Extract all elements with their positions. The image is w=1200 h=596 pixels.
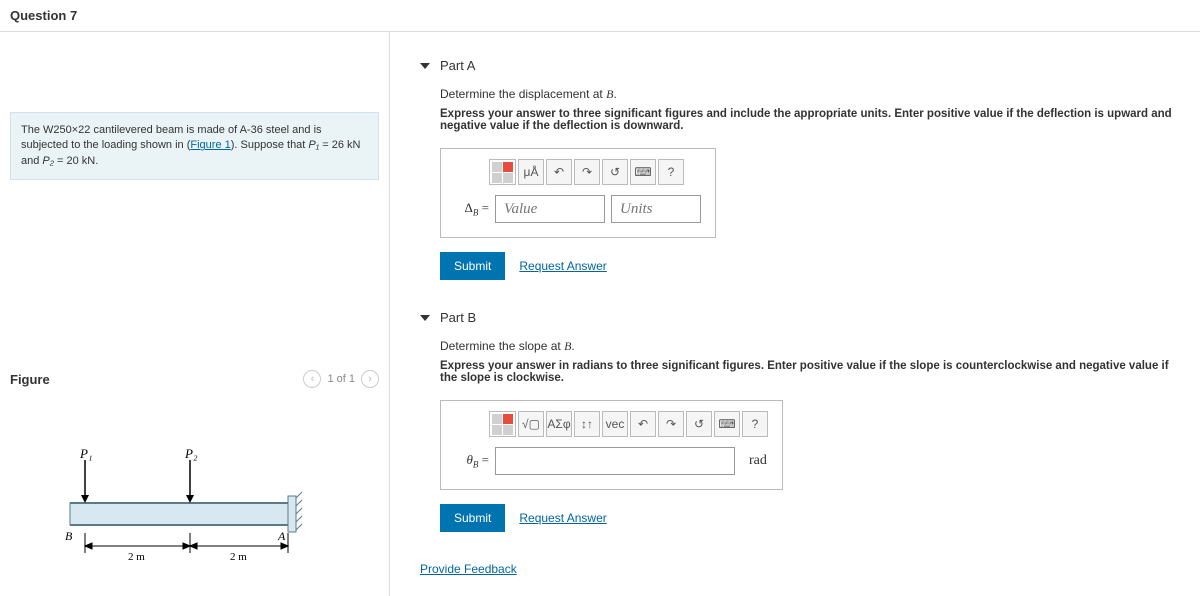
provide-feedback-link[interactable]: Provide Feedback [420, 562, 1180, 576]
p1-val: = 26 kN [319, 139, 360, 151]
part-b-instruction: Express your answer in radians to three … [440, 360, 1180, 384]
help-button[interactable]: ? [658, 159, 684, 185]
template-button[interactable] [489, 159, 516, 185]
dim2-label: 2 m [230, 551, 247, 563]
template-button[interactable] [489, 411, 516, 437]
and-text: and [21, 155, 42, 167]
arrows-button[interactable]: ↕↑ [574, 411, 600, 437]
figure-diagram: P₁ P₂ B A 2 m 2 m [10, 448, 379, 581]
prompt-text2: ). Suppose that [231, 139, 309, 151]
part-a-instruction: Express your answer to three significant… [440, 108, 1180, 132]
figure-title: Figure [10, 372, 50, 387]
reset-button[interactable]: ↺ [602, 159, 628, 185]
p2-val: = 20 kN. [54, 155, 98, 167]
part-b-header[interactable]: Part B [420, 310, 1180, 325]
left-panel: The W250×22 cantilevered beam is made of… [0, 32, 390, 596]
request-answer-link[interactable]: Request Answer [519, 511, 606, 525]
sqrt-button[interactable]: √▢ [518, 411, 544, 437]
point-a-label: A [277, 529, 286, 543]
units-input[interactable] [611, 195, 701, 223]
vec-button[interactable]: vec [602, 411, 628, 437]
reset-button[interactable]: ↺ [686, 411, 712, 437]
dim1-label: 2 m [128, 551, 145, 563]
undo-button[interactable]: ↶ [546, 159, 572, 185]
prev-figure-button[interactable]: ‹ [303, 370, 321, 388]
question-header: Question 7 [0, 0, 1200, 32]
point-b-label: B [65, 529, 73, 543]
undo-button[interactable]: ↶ [630, 411, 656, 437]
delta-b-label: ΔB = [455, 200, 489, 218]
figure-link[interactable]: Figure 1 [190, 139, 230, 151]
redo-button[interactable]: ↷ [574, 159, 600, 185]
unit-label: rad [749, 453, 767, 469]
submit-button[interactable]: Submit [440, 504, 505, 532]
part-b-answer-box: √▢ ΑΣφ ↕↑ vec ↶ ↷ ↺ ⌨ ? θB = rad [440, 400, 783, 490]
p2-label: P₂ [184, 448, 198, 461]
value-input[interactable] [495, 195, 605, 223]
collapse-icon [420, 63, 430, 69]
p1-var: P₁ [308, 139, 319, 151]
theta-b-label: θB = [455, 452, 489, 470]
redo-button[interactable]: ↷ [658, 411, 684, 437]
figure-counter: 1 of 1 [327, 373, 355, 385]
units-button[interactable]: μÅ [518, 159, 544, 185]
part-a-title: Part A [440, 58, 475, 73]
part-a-header[interactable]: Part A [420, 58, 1180, 73]
keyboard-button[interactable]: ⌨ [714, 411, 740, 437]
value-input[interactable] [495, 447, 735, 475]
keyboard-button[interactable]: ⌨ [630, 159, 656, 185]
problem-statement: The W250×22 cantilevered beam is made of… [10, 112, 379, 180]
part-b-title: Part B [440, 310, 476, 325]
part-b-question: Determine the slope at B. [440, 339, 1180, 354]
part-a-answer-box: μÅ ↶ ↷ ↺ ⌨ ? ΔB = [440, 148, 716, 238]
p2-var: P₂ [42, 155, 54, 167]
part-a-question: Determine the displacement at B. [440, 87, 1180, 102]
help-button[interactable]: ? [742, 411, 768, 437]
request-answer-link[interactable]: Request Answer [519, 259, 606, 273]
submit-button[interactable]: Submit [440, 252, 505, 280]
right-panel: Part A Determine the displacement at B. … [390, 32, 1200, 596]
next-figure-button[interactable]: › [361, 370, 379, 388]
collapse-icon [420, 315, 430, 321]
greek-button[interactable]: ΑΣφ [546, 411, 572, 437]
figure-nav: ‹ 1 of 1 › [303, 370, 379, 388]
p1-label: P₁ [79, 448, 92, 461]
